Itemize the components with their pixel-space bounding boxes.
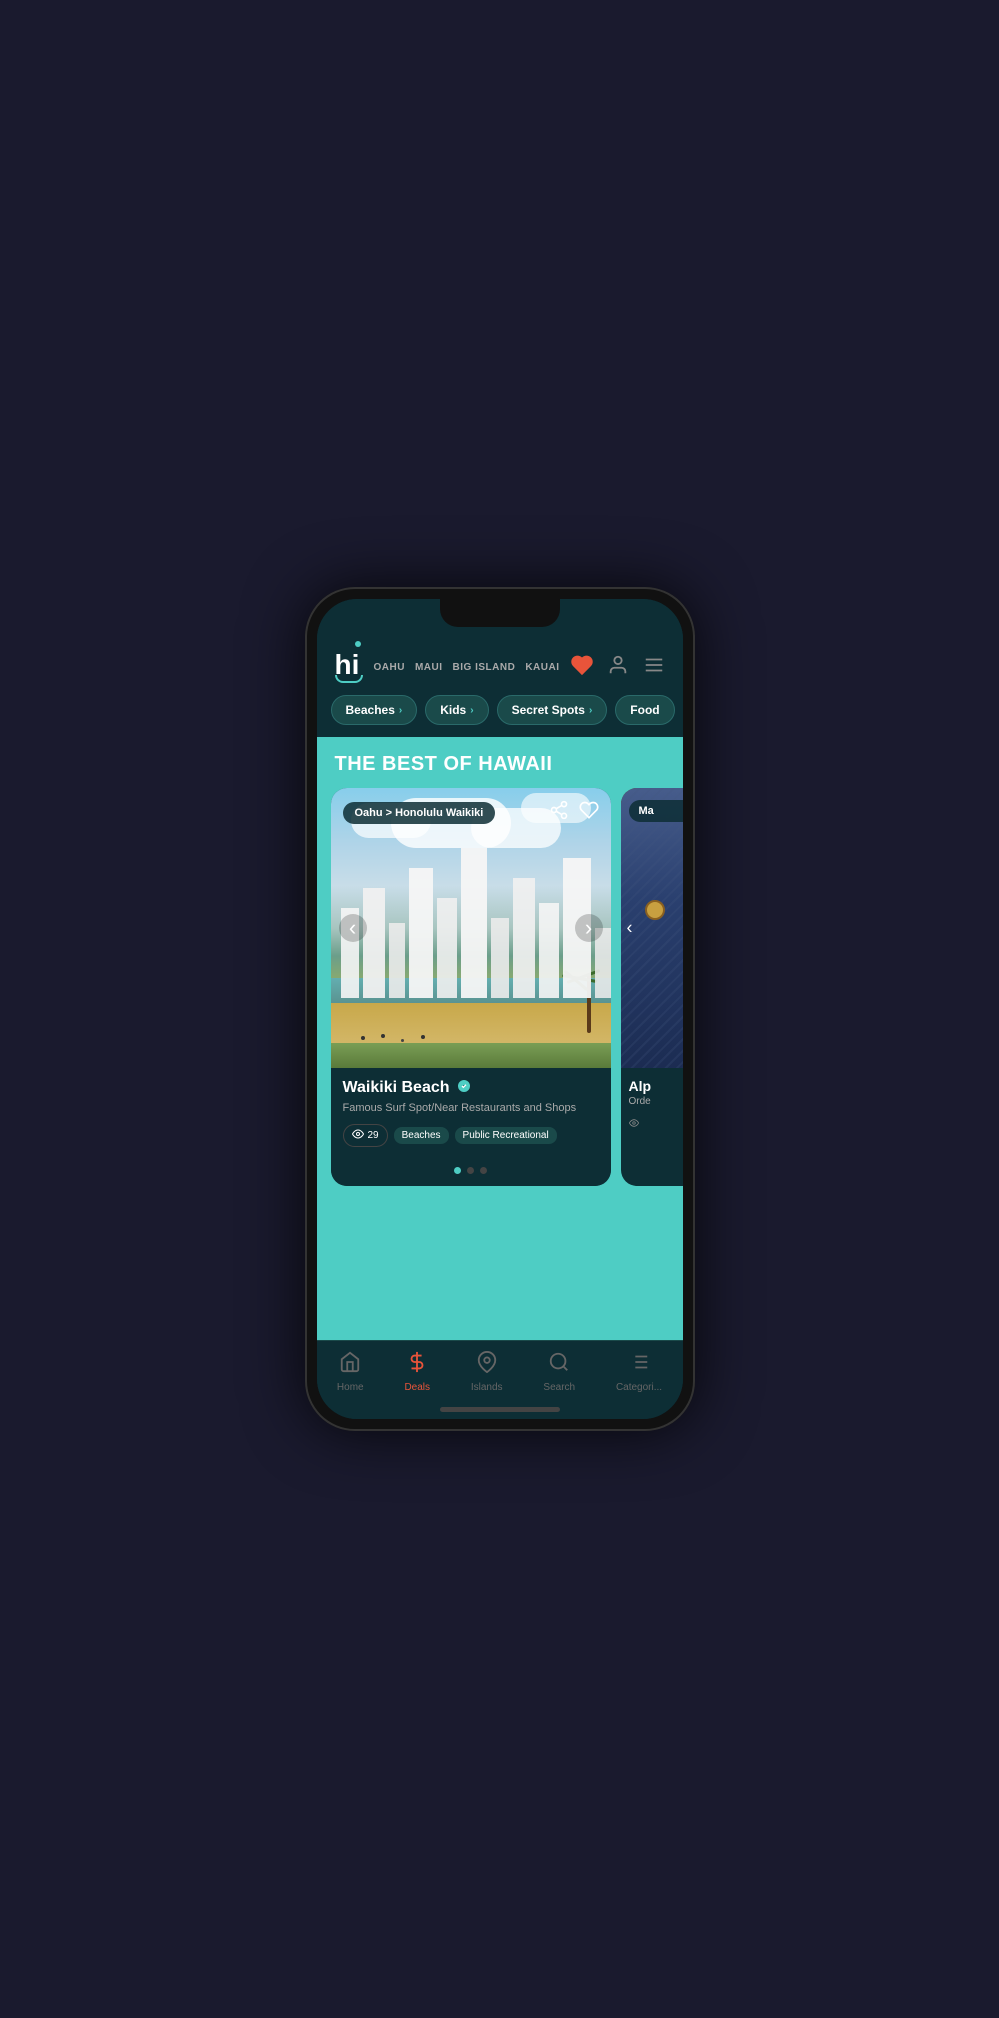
card-prev-button[interactable]: ‹ (339, 914, 367, 942)
share-icon[interactable] (549, 800, 569, 825)
nav-home[interactable]: Home (337, 1351, 364, 1393)
card-overlay-top: Oahu > Honolulu Waikiki (331, 788, 611, 837)
chevron-icon: › (589, 705, 592, 716)
nav-deals[interactable]: Deals (404, 1351, 430, 1393)
deals-label: Deals (404, 1382, 430, 1393)
category-secret-spots[interactable]: Secret Spots › (497, 695, 608, 725)
card-tags: 29 Beaches Public Recreational (343, 1124, 599, 1147)
islands-icon (476, 1351, 498, 1379)
nav-links: OAHU MAUI BIG ISLAND KAUAI (374, 662, 560, 673)
nav-search[interactable]: Search (543, 1351, 575, 1393)
second-card-title: Alp (629, 1078, 683, 1094)
categories-bar: Beaches › Kids › Secret Spots › Food (317, 695, 683, 737)
chevron-icon: › (470, 705, 473, 716)
phone-screen: hi OAHU MAUI BIG ISLAND KAUAI (317, 599, 683, 1419)
views-count: 29 (368, 1130, 379, 1141)
second-eye-icon (629, 1115, 639, 1133)
bottom-nav: Home Deals Islands (317, 1340, 683, 1399)
nav-kauai[interactable]: KAUAI (525, 662, 559, 673)
categories-label: Categori... (616, 1382, 662, 1393)
search-label: Search (543, 1382, 575, 1393)
second-card-overlay-top: Ma (621, 788, 683, 834)
card-second-image: Ma ‹ (621, 788, 683, 1068)
notch (440, 599, 560, 627)
card-info: Waikiki Beach Famous Surf Spot/Near Rest… (331, 1068, 611, 1159)
views-badge: 29 (343, 1124, 388, 1147)
category-beaches[interactable]: Beaches › (331, 695, 418, 725)
card-title-row: Waikiki Beach (343, 1078, 599, 1097)
category-food[interactable]: Food (615, 695, 674, 725)
dots-indicator (331, 1159, 611, 1186)
profile-icon[interactable] (607, 654, 629, 681)
nav-big-island[interactable]: BIG ISLAND (453, 662, 516, 673)
search-icon (548, 1351, 570, 1379)
nav-categories[interactable]: Categori... (616, 1351, 662, 1393)
tag-public[interactable]: Public Recreational (455, 1127, 557, 1144)
phone-frame: hi OAHU MAUI BIG ISLAND KAUAI (305, 587, 695, 1431)
eye-icon (352, 1128, 364, 1143)
card-second: Ma ‹ Alp Orde (621, 788, 683, 1186)
dot-3 (480, 1167, 487, 1174)
home-icon (339, 1351, 361, 1379)
card-title: Waikiki Beach (343, 1079, 450, 1097)
cards-container: Oahu > Honolulu Waikiki (317, 788, 683, 1202)
categories-icon (628, 1351, 650, 1379)
card-waikiki: Oahu > Honolulu Waikiki (331, 788, 611, 1186)
category-kids[interactable]: Kids › (425, 695, 488, 725)
card-actions (549, 800, 599, 825)
card-image-container: Oahu > Honolulu Waikiki (331, 788, 611, 1068)
dot-1 (454, 1167, 461, 1174)
second-card-tag (629, 1115, 683, 1133)
save-icon[interactable] (579, 800, 599, 825)
second-location-badge: Ma (629, 800, 683, 822)
nav-oahu[interactable]: OAHU (374, 662, 405, 673)
logo: hi (335, 651, 363, 683)
location-badge: Oahu > Honolulu Waikiki (343, 802, 496, 824)
card-next-button[interactable]: › (575, 914, 603, 942)
heart-icon[interactable] (571, 654, 593, 681)
home-indicator (440, 1407, 560, 1412)
nav-maui[interactable]: MAUI (415, 662, 443, 673)
deals-icon (406, 1351, 428, 1379)
nav-islands[interactable]: Islands (471, 1351, 503, 1393)
header: hi OAHU MAUI BIG ISLAND KAUAI (317, 643, 683, 695)
menu-icon[interactable] (643, 654, 665, 681)
second-card-desc: Orde (629, 1096, 683, 1107)
tag-beaches[interactable]: Beaches (394, 1127, 449, 1144)
islands-label: Islands (471, 1382, 503, 1393)
home-bar (317, 1399, 683, 1419)
home-label: Home (337, 1382, 364, 1393)
verified-icon (456, 1078, 472, 1097)
chevron-icon: › (399, 705, 402, 716)
dot-2 (467, 1167, 474, 1174)
second-card-prev[interactable]: ‹ (627, 918, 633, 939)
card-description: Famous Surf Spot/Near Restaurants and Sh… (343, 1101, 599, 1116)
main-content: THE BEST OF HAWAII (317, 737, 683, 1340)
second-card-info: Alp Orde (621, 1068, 683, 1145)
header-icons (571, 654, 665, 681)
section-title: THE BEST OF HAWAII (317, 737, 683, 788)
